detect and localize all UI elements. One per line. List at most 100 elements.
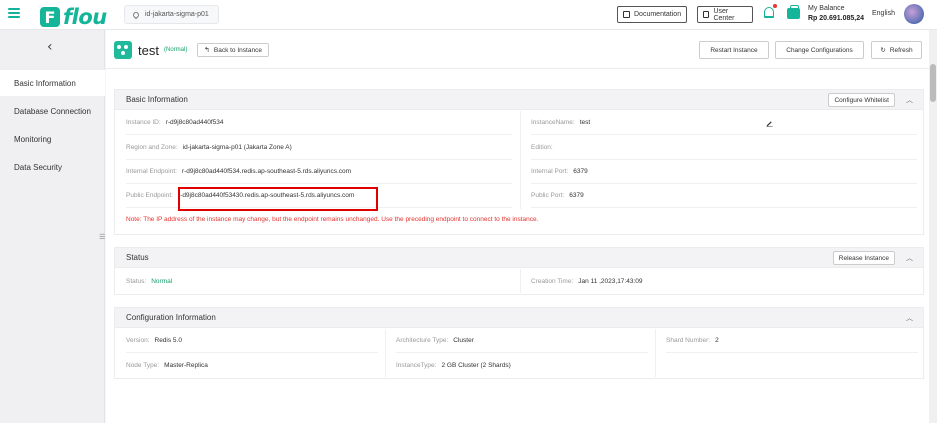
- status-panel: Status Release Instance ︿ Status: Normal…: [114, 247, 924, 295]
- wallet-icon[interactable]: [787, 5, 800, 19]
- status-value: Normal: [151, 277, 173, 285]
- panel-title: Basic Information: [126, 95, 188, 104]
- field-label: InstanceName:: [531, 119, 575, 126]
- internal-endpoint-value: r-d9j8c80ad440f534.redis.ap-southeast-5.…: [181, 168, 352, 175]
- architecture-value: Cluster: [453, 337, 474, 344]
- configuration-panel: Configuration Information ︿ Version: Red…: [114, 307, 924, 379]
- notification-bell-icon[interactable]: [764, 7, 774, 18]
- internal-endpoint-row: Internal Endpoint: r-d9j8c80ad440f534.re…: [126, 160, 512, 184]
- field-label: Public Endpoint:: [126, 192, 173, 199]
- field-label: Public Port:: [531, 192, 565, 199]
- instance-type-row: InstanceType: 2 GB Cluster (2 Shards): [396, 353, 648, 377]
- status-row: Status: Normal: [126, 269, 512, 293]
- public-port-row: Public Port: 6379: [531, 184, 917, 208]
- balance[interactable]: My Balance Rp 20.691.085,24: [808, 4, 864, 24]
- panel-header: Basic Information Configure Whitelist ︿: [115, 90, 923, 110]
- edit-icon[interactable]: [766, 120, 773, 127]
- notification-dot: [773, 4, 777, 8]
- shard-number-row: Shard Number: 2: [666, 329, 918, 353]
- sidebar-item-monitoring[interactable]: Monitoring: [0, 126, 105, 152]
- field-label: Internal Port:: [531, 168, 569, 175]
- field-label: Instance ID:: [126, 119, 161, 126]
- user-center-button[interactable]: User Center: [697, 6, 753, 23]
- field-label: InstanceType:: [396, 361, 437, 369]
- creation-time-row: Creation Time: Jan 11 ,2023,17:43:09: [531, 269, 917, 293]
- top-bar: F flou id-jakarta-sigma-p01 Documentatio…: [0, 0, 937, 30]
- change-configurations-button[interactable]: Change Configurations: [775, 41, 864, 59]
- architecture-row: Architecture Type: Cluster: [396, 329, 648, 353]
- refresh-button[interactable]: ↻ Refresh: [871, 41, 922, 59]
- internal-port-value: 6379: [573, 168, 588, 175]
- header-divider: [106, 68, 929, 69]
- back-chevron-icon[interactable]: ‹: [47, 39, 53, 55]
- location-pin-icon: [131, 10, 141, 19]
- sidebar: ‹ Basic Information Database Connection …: [0, 30, 105, 423]
- region-zone-value: id-jakarta-sigma-p01 (Jakarta Zone A): [182, 144, 292, 151]
- column-divider: [655, 329, 656, 377]
- internal-port-row: Internal Port: 6379: [531, 160, 917, 184]
- column-divider: [385, 329, 386, 377]
- region-label: id-jakarta-sigma-p01: [145, 11, 209, 18]
- documentation-label: Documentation: [634, 11, 682, 18]
- version-row: Version: Redis 5.0: [126, 329, 378, 353]
- instance-id-row: Instance ID: r-d9j8c80ad440f534: [126, 111, 512, 135]
- region-selector[interactable]: id-jakarta-sigma-p01: [124, 5, 219, 24]
- configure-whitelist-button[interactable]: Configure Whitelist: [828, 93, 895, 107]
- edition-row: Edition:: [531, 136, 917, 160]
- version-value: Redis 5.0: [154, 337, 182, 344]
- logo[interactable]: F flou: [40, 5, 107, 29]
- instance-id-value: r-d9j8c80ad440f534: [165, 119, 224, 126]
- logo-text: flou: [63, 5, 107, 29]
- panel-title: Status: [126, 253, 149, 262]
- sidebar-item-database-connection[interactable]: Database Connection: [0, 98, 105, 124]
- field-label: Region and Zone:: [126, 144, 178, 151]
- sidebar-item-data-security[interactable]: Data Security: [0, 154, 105, 180]
- main-content: test (Normal) ↰ Back to Instance Restart…: [106, 30, 929, 423]
- language-selector[interactable]: English: [872, 10, 895, 17]
- column-divider: [520, 269, 521, 293]
- back-to-instance-label: Back to Instance: [213, 46, 262, 54]
- node-type-row: Node Type: Master-Replica: [126, 353, 378, 377]
- field-label: Creation Time:: [531, 277, 574, 285]
- field-label: Status:: [126, 277, 147, 285]
- field-label: Version:: [126, 337, 150, 344]
- refresh-icon: ↻: [880, 47, 886, 54]
- collapse-chevron-icon[interactable]: ︿: [906, 253, 913, 263]
- collapse-chevron-icon[interactable]: ︿: [906, 95, 913, 105]
- menu-icon[interactable]: [8, 8, 20, 18]
- user-center-label: User Center: [713, 7, 735, 22]
- redis-instance-icon: [114, 41, 132, 59]
- back-to-instance-button[interactable]: ↰ Back to Instance: [197, 43, 269, 57]
- shard-number-value: 2: [715, 337, 719, 344]
- public-endpoint-highlight: [178, 187, 378, 211]
- document-icon: [623, 11, 630, 18]
- collapse-handle-icon[interactable]: ☰: [99, 233, 105, 241]
- release-instance-button[interactable]: Release Instance: [832, 251, 895, 265]
- avatar[interactable]: [904, 4, 924, 24]
- instance-name-value: test: [579, 119, 591, 126]
- scrollbar-thumb[interactable]: [930, 64, 936, 102]
- node-type-value: Master-Replica: [164, 361, 208, 369]
- instance-type-value: 2 GB Cluster (2 Shards): [441, 361, 511, 369]
- public-port-value: 6379: [569, 192, 584, 199]
- instance-status: (Normal): [164, 47, 188, 53]
- instance-title: test: [138, 43, 159, 58]
- field-label: Shard Number:: [666, 337, 711, 344]
- field-label: Edition:: [531, 144, 553, 151]
- creation-time-value: Jan 11 ,2023,17:43:09: [578, 277, 643, 285]
- endpoint-note: Note: The IP address of the instance may…: [126, 216, 539, 223]
- restart-instance-button[interactable]: Restart Instance: [699, 41, 769, 59]
- panel-header: Configuration Information ︿: [115, 308, 923, 328]
- sidebar-item-basic-information[interactable]: Basic Information: [0, 70, 105, 96]
- basic-information-panel: Basic Information Configure Whitelist ︿ …: [114, 89, 924, 235]
- field-label: Internal Endpoint:: [126, 168, 177, 175]
- collapse-chevron-icon[interactable]: ︿: [906, 313, 913, 323]
- refresh-label: Refresh: [889, 46, 913, 54]
- documentation-button[interactable]: Documentation: [617, 6, 688, 23]
- return-arrow-icon: ↰: [204, 47, 210, 54]
- balance-label: My Balance: [808, 5, 845, 12]
- panel-header: Status Release Instance ︿: [115, 248, 923, 268]
- region-zone-row: Region and Zone: id-jakarta-sigma-p01 (J…: [126, 136, 512, 160]
- user-icon: [703, 11, 710, 18]
- column-divider: [520, 111, 521, 209]
